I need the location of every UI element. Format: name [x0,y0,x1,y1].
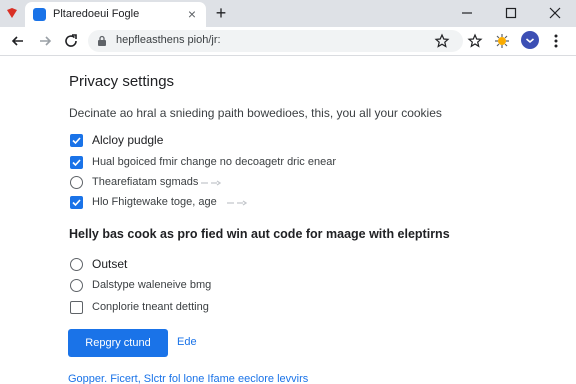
edit-link[interactable]: Ede [177,336,197,348]
back-arrow-icon[interactable] [9,32,27,50]
maximize-icon[interactable] [501,4,521,22]
checkbox-checked-icon[interactable] [70,156,83,169]
reload-icon[interactable] [62,32,80,50]
option-label: Thearefiatam sgmads [92,176,199,188]
tab-favicon-icon [33,8,46,21]
apply-button[interactable]: Repgry ctund [68,329,168,357]
title-bar: Pltaredoeui Fogle × + [0,0,576,27]
dash-decoration-icon [227,200,248,206]
footer-link[interactable]: Gopper. Ficert, Slctr fol lone Ifame eec… [68,373,308,384]
browser-toolbar: hepfleasthens pioh/jr: [0,27,576,56]
url-text[interactable]: hepfleasthens pioh/jr: [116,34,221,46]
checkbox-checked-icon[interactable] [70,134,83,147]
profile-avatar-icon[interactable] [521,31,539,49]
new-tab-button[interactable]: + [211,3,231,23]
radio-unchecked-icon[interactable] [70,176,83,189]
tab-close-icon[interactable]: × [183,5,201,23]
radio-unchecked-icon[interactable] [70,258,83,271]
address-bar[interactable]: hepfleasthens pioh/jr: [88,30,463,52]
option-label: Hlo Fhigtewake toge, age [92,196,217,208]
option-label: Hual bgoiced fmir change no decoagetr dr… [92,156,336,168]
choice-label: Outset [92,257,128,271]
reading-list-star-icon[interactable] [466,32,484,50]
tab-title: Pltaredoeui Fogle [53,8,140,20]
dash-decoration-icon [201,180,222,186]
lock-icon[interactable] [96,35,108,47]
radio-unchecked-icon[interactable] [70,279,83,292]
choice-label: Conplorie tneant detting [92,301,209,313]
choice-label: Dalstype waleneive bmg [92,279,212,291]
close-window-icon[interactable] [545,4,565,22]
section-heading: Helly bas cook as pro fied win aut code … [69,227,450,241]
page-description: Decinate ao hral a snieding paith bowedi… [69,106,442,120]
menu-kebab-icon[interactable] [549,32,563,50]
forward-arrow-icon[interactable] [36,32,54,50]
app-badge-icon [7,8,17,18]
minimize-icon[interactable] [457,4,477,22]
extension-puzzle-icon[interactable] [493,32,511,50]
checkbox-unchecked-icon[interactable] [70,301,83,314]
checkbox-checked-icon[interactable] [70,196,83,209]
option-label: Alcloy pudgle [92,133,164,147]
page-title: Privacy settings [69,73,175,90]
page-content: Privacy settings Decinate ao hral a snie… [0,57,576,384]
browser-tab[interactable]: Pltaredoeui Fogle × [25,2,206,27]
bookmark-star-icon[interactable] [434,33,450,49]
